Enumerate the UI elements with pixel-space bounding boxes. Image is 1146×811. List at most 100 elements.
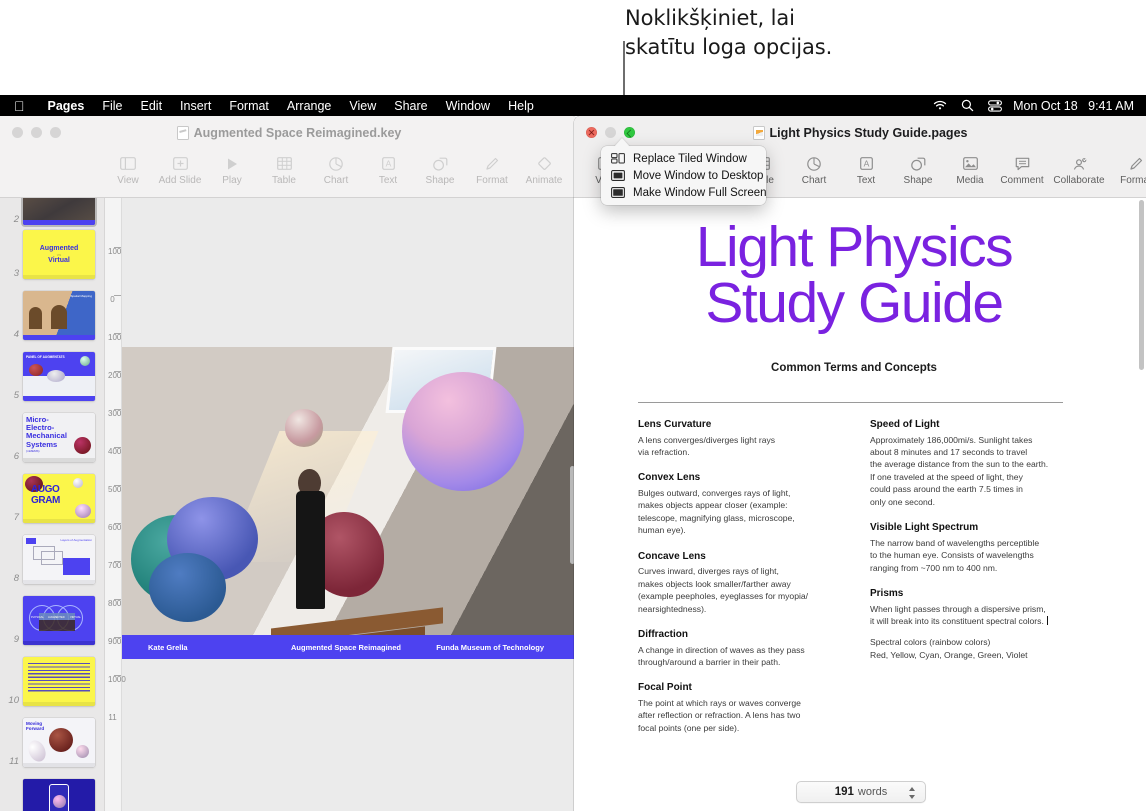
slide-thumbnail[interactable]: Spatial Mapping: [23, 291, 95, 340]
keynote-tool-chart[interactable]: Chart: [310, 152, 362, 186]
control-center-icon[interactable]: [981, 99, 1009, 112]
vertical-ruler[interactable]: 100 0 100 200 300 400 500 600 700 800 90…: [105, 198, 126, 811]
word-count-stepper-icon[interactable]: [908, 786, 916, 801]
pages-traffic-lights[interactable]: [586, 127, 635, 138]
slide-nav-item-8[interactable]: 8 Layers of Augmentation: [6, 535, 95, 584]
slide-thumbnail[interactable]: [23, 198, 95, 225]
slide-thumbnail[interactable]: Micro- Electro- Mechanical Systems (mMEM…: [23, 413, 95, 462]
pages-tool-collaborate[interactable]: Collaborate: [1048, 152, 1110, 186]
pages-titlebar[interactable]: Light Physics Study Guide.pages: [574, 116, 1146, 150]
pages-tool-comment[interactable]: Comment: [996, 152, 1048, 186]
pages-tool-format[interactable]: Format: [1110, 152, 1146, 186]
slide-nav-item-10[interactable]: 10: [6, 657, 95, 706]
slide-nav-item-4[interactable]: 4 Spatial Mapping: [6, 291, 95, 340]
pages-tool-text[interactable]: A Text: [840, 152, 892, 186]
menu-item-replace-tiled-window[interactable]: Replace Tiled Window: [601, 150, 766, 167]
wifi-icon[interactable]: [926, 100, 954, 111]
slide-thumbnail[interactable]: Augmented vs Virtual: [23, 230, 95, 279]
keynote-tool-animate[interactable]: Animate: [518, 152, 570, 186]
slide-nav-item-12[interactable]: 12: [6, 779, 95, 811]
ruler-label: 700: [108, 561, 122, 570]
keynote-tool-format[interactable]: Format: [466, 152, 518, 186]
keynote-tool-view[interactable]: View: [102, 152, 154, 186]
slide-thumbnail[interactable]: AUGO GRAM: [23, 474, 95, 523]
slide-footer-bar: Kate Grella Augmented Space Reimagined F…: [122, 635, 574, 659]
menu-app-name[interactable]: Pages: [39, 99, 94, 113]
slide-nav-item-9[interactable]: 9 PHYSICAL AUGMENTED VIRTUAL: [6, 596, 95, 645]
pages-zoom-button[interactable]: [624, 127, 635, 138]
slide-number: 2: [13, 214, 19, 225]
keynote-toolbar[interactable]: View Add Slide Play Table Chart A Text S…: [0, 150, 578, 198]
document-heading[interactable]: Light Physics Study Guide: [604, 219, 1104, 332]
menu-arrange[interactable]: Arrange: [278, 99, 340, 113]
ruler-label: 800: [108, 599, 122, 608]
slide-nav-item-3[interactable]: 3 Augmented vs Virtual: [6, 230, 95, 279]
slide-nav-item-5[interactable]: 5 PANEL OF AUGMENTATS: [6, 352, 95, 401]
keynote-tool-add-slide[interactable]: Add Slide: [154, 152, 206, 186]
slide-nav-item-6[interactable]: 6 Micro- Electro- Mechanical Systems (mM…: [6, 413, 95, 462]
slide-thumbnail[interactable]: PHYSICAL AUGMENTED VIRTUAL: [23, 596, 95, 645]
menu-item-label: Make Window Full Screen: [633, 186, 767, 199]
pages-close-button[interactable]: [586, 127, 597, 138]
pages-tool-media[interactable]: Media: [944, 152, 996, 186]
keynote-minimize-button[interactable]: [31, 127, 42, 138]
word-count-widget[interactable]: 191 words: [796, 781, 926, 803]
pages-document-body[interactable]: Light Physics Study Guide Common Terms a…: [574, 198, 1146, 811]
term-heading: Prisms: [870, 588, 904, 600]
menu-share[interactable]: Share: [385, 99, 436, 113]
keynote-window[interactable]: Augmented Space Reimagined.key View Add …: [0, 116, 578, 811]
slide-nav-item-11[interactable]: 11 Moving Forward: [6, 718, 95, 767]
pages-document-title: Light Physics Study Guide.pages: [769, 126, 968, 140]
pages-vertical-scrollbar[interactable]: [1139, 200, 1144, 370]
keynote-zoom-button[interactable]: [50, 127, 61, 138]
keynote-tool-table[interactable]: Table: [258, 152, 310, 186]
menu-edit[interactable]: Edit: [132, 99, 172, 113]
slide-thumbnail[interactable]: PANEL OF AUGMENTATS: [23, 352, 95, 401]
menu-window[interactable]: Window: [437, 99, 499, 113]
search-icon[interactable]: [954, 99, 981, 112]
menu-file[interactable]: File: [93, 99, 131, 113]
keynote-slide-navigator[interactable]: 2 3 Augmented vs Virtual 4 Spatial Mappi…: [0, 198, 105, 811]
document-sheet[interactable]: Light Physics Study Guide Common Terms a…: [574, 198, 1130, 811]
pages-tool-comment-label: Comment: [1000, 175, 1044, 186]
pages-minimize-button[interactable]: [605, 127, 616, 138]
keynote-tool-text[interactable]: A Text: [362, 152, 414, 186]
menubar-clock[interactable]: Mon Oct 18 9:41 AM: [1009, 99, 1146, 113]
slide-thumb-footer: [23, 641, 95, 645]
menubar-time: 9:41 AM: [1088, 98, 1134, 113]
keynote-tool-play[interactable]: Play: [206, 152, 258, 186]
menu-item-make-window-full-screen[interactable]: Make Window Full Screen: [601, 184, 767, 201]
document-subtitle[interactable]: Common Terms and Concepts: [604, 362, 1104, 374]
slide-thumbnail[interactable]: [23, 779, 95, 811]
window-options-menu[interactable]: Replace Tiled Window Move Window to Desk…: [601, 146, 767, 205]
menu-help[interactable]: Help: [499, 99, 543, 113]
keynote-close-button[interactable]: [12, 127, 23, 138]
slide6-sub: (mMEMS): [26, 449, 40, 453]
pages-tool-chart[interactable]: Chart: [788, 152, 840, 186]
menu-insert[interactable]: Insert: [171, 99, 220, 113]
slide-thumbnail[interactable]: Layers of Augmentation: [23, 535, 95, 584]
keynote-slide-canvas[interactable]: 100 0 100 200 300 400 500 600 700 800 90…: [105, 198, 578, 811]
pages-tool-shape[interactable]: Shape: [892, 152, 944, 186]
menu-view[interactable]: View: [340, 99, 385, 113]
pages-document-title-group: Light Physics Study Guide.pages: [574, 126, 1146, 140]
menu-item-move-window-to-desktop[interactable]: Move Window to Desktop: [601, 167, 766, 184]
keynote-traffic-lights[interactable]: [12, 127, 61, 138]
slide-thumbnail[interactable]: Moving Forward: [23, 718, 95, 767]
term-block: Visible Light Spectrum The narrow band o…: [870, 521, 1075, 574]
term-heading: Lens Curvature: [638, 419, 712, 430]
keynote-titlebar[interactable]: Augmented Space Reimagined.key: [0, 116, 578, 150]
term-heading: Focal Point: [638, 682, 692, 694]
slide-thumbnail[interactable]: [23, 657, 95, 706]
apple-menu-icon[interactable]: : [0, 99, 39, 113]
document-left-column[interactable]: Lens Curvature A lens converges/diverges…: [638, 418, 843, 734]
menu-format[interactable]: Format: [220, 99, 278, 113]
pages-window[interactable]: Light Physics Study Guide.pages View ⋯ Z…: [574, 116, 1146, 811]
document-right-column[interactable]: Speed of Light Approximately 186,000mi/s…: [870, 418, 1075, 661]
current-slide[interactable]: Kate Grella Augmented Space Reimagined F…: [122, 347, 574, 659]
slide-nav-item-2[interactable]: 2: [6, 198, 95, 225]
slide-nav-item-7[interactable]: 7 AUGO GRAM: [6, 474, 95, 523]
ruler-label: 600: [108, 523, 122, 532]
ruler-label: 100: [108, 333, 122, 342]
keynote-tool-shape[interactable]: Shape: [414, 152, 466, 186]
